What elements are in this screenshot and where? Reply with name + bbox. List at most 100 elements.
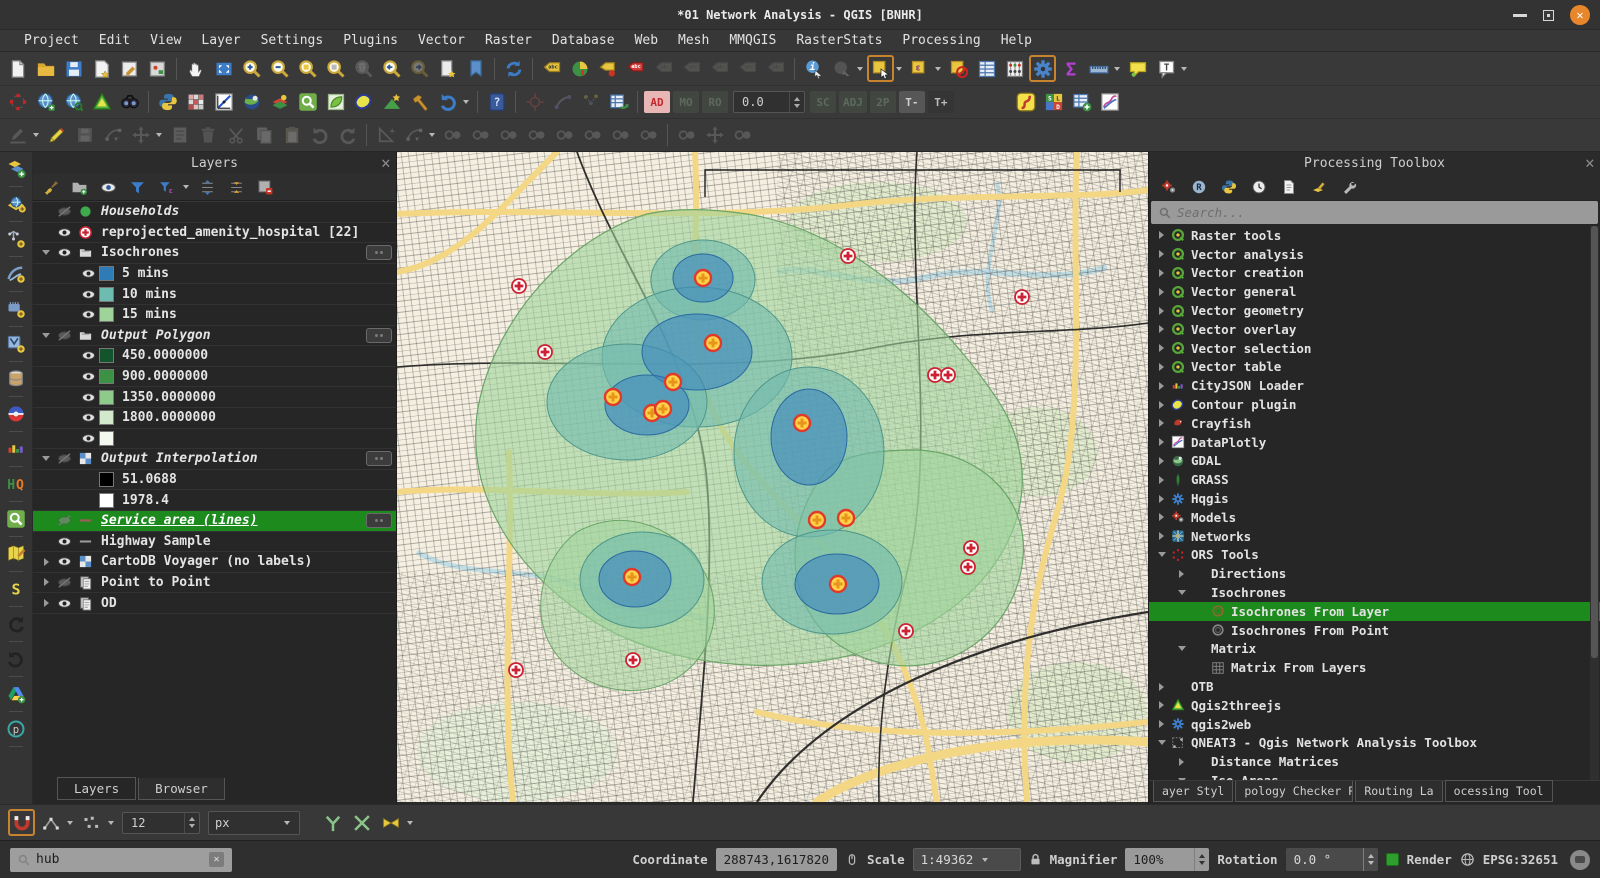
collapse-all-button[interactable] xyxy=(223,176,250,199)
collapse-arrow-icon[interactable] xyxy=(1155,740,1168,745)
zoom-to-selection-button[interactable] xyxy=(294,55,321,82)
append-features-button[interactable] xyxy=(1069,89,1096,116)
field-calculator-button[interactable] xyxy=(1001,55,1028,82)
zoom-out-button[interactable] xyxy=(266,55,293,82)
expand-arrow-icon[interactable] xyxy=(1175,758,1188,766)
raster-table-button[interactable] xyxy=(182,89,209,116)
reload-layers-button[interactable] xyxy=(3,611,30,637)
visibility-eye-icon[interactable] xyxy=(53,451,75,466)
layers-panel-close-icon[interactable]: 🗙 xyxy=(382,154,390,173)
algorithm-row-vector-creation[interactable]: Vector creation xyxy=(1149,264,1600,283)
osm-tools-button[interactable] xyxy=(238,89,265,116)
expand-arrow-icon[interactable] xyxy=(1155,401,1168,409)
algorithm-row-crayfish[interactable]: Crayfish xyxy=(1149,414,1600,433)
layer-row-51-0688[interactable]: 51.0688 xyxy=(33,470,396,491)
expand-arrow-icon[interactable] xyxy=(1155,363,1168,371)
menu-layer[interactable]: Layer xyxy=(191,33,250,48)
algorithm-row-qgis2threejs[interactable]: Qgis2threejs xyxy=(1149,696,1600,715)
text-annotation-button[interactable]: T xyxy=(1152,55,1179,82)
render-checkbox[interactable] xyxy=(1386,853,1399,866)
deselect-all-button[interactable] xyxy=(945,55,972,82)
metasearch-button[interactable] xyxy=(60,89,87,116)
zoom-last-button[interactable] xyxy=(378,55,405,82)
visibility-eye-icon[interactable] xyxy=(77,348,99,363)
add-vector-tile-button[interactable] xyxy=(3,331,30,357)
collapse-arrow-icon[interactable] xyxy=(1175,778,1188,780)
dock-tab-ayer-styl[interactable]: ayer Styl xyxy=(1153,781,1233,802)
layer-indicator-badge[interactable] xyxy=(366,245,392,260)
dropdown-arrow-icon[interactable] xyxy=(156,133,162,137)
expand-arrow-icon[interactable] xyxy=(39,558,53,566)
expand-all-button[interactable] xyxy=(194,176,221,199)
expand-arrow-icon[interactable] xyxy=(1175,570,1188,578)
algorithm-row-ors-tools[interactable]: ORS Tools xyxy=(1149,546,1600,565)
layer-diagram-button[interactable] xyxy=(566,55,593,82)
add-vector-layer-button[interactable] xyxy=(3,156,30,182)
dock-tab-browser[interactable]: Browser xyxy=(138,778,225,800)
profile-tool-button[interactable] xyxy=(210,89,237,116)
cad-angle-spinbox[interactable]: 0.0 xyxy=(733,91,805,113)
algorithm-row-raster-tools[interactable]: Raster tools xyxy=(1149,226,1600,245)
layout-manager-button[interactable] xyxy=(116,55,143,82)
dock-tab-layers[interactable]: Layers xyxy=(57,777,136,800)
rotation-spinbox[interactable]: 0.0 ° xyxy=(1286,848,1378,871)
history-button[interactable] xyxy=(1245,176,1272,198)
close-button[interactable]: ✕ xyxy=(1570,5,1590,25)
dock-tab-pology-checker-pa[interactable]: pology Checker Pa xyxy=(1235,781,1353,802)
maximize-button[interactable] xyxy=(1543,10,1554,21)
dataplotly-button[interactable] xyxy=(1097,89,1124,116)
visibility-eye-icon[interactable] xyxy=(77,287,99,302)
algorithm-row-vector-table[interactable]: Vector table xyxy=(1149,358,1600,377)
topological-editing-button[interactable] xyxy=(319,809,346,836)
snapping-mode-segment-button[interactable] xyxy=(78,809,105,836)
dock-tab-ocessing-tool[interactable]: ocessing Tool xyxy=(1445,780,1553,802)
expand-arrow-icon[interactable] xyxy=(1155,701,1168,709)
pip-plugin-button[interactable]: p xyxy=(3,716,30,742)
hqgis-button[interactable]: HQ xyxy=(3,471,30,497)
dropdown-arrow-icon[interactable] xyxy=(463,100,469,104)
options-button[interactable] xyxy=(1335,176,1362,198)
collapse-arrow-icon[interactable] xyxy=(1175,646,1188,651)
algorithm-row-vector-overlay[interactable]: Vector overlay xyxy=(1149,320,1600,339)
manage-themes-button[interactable] xyxy=(95,176,122,199)
remove-layer-button[interactable] xyxy=(252,176,279,199)
algorithm-row-matrix-from-layers[interactable]: Matrix From Layers xyxy=(1149,658,1600,677)
algorithm-row-cityjson-loader[interactable]: CityJSON Loader xyxy=(1149,376,1600,395)
minimize-button[interactable] xyxy=(1513,14,1527,17)
zoom-full-button[interactable] xyxy=(210,55,237,82)
algorithm-row-isochrones-from-point[interactable]: Isochrones From Point xyxy=(1149,621,1600,640)
quickmap-services-button[interactable] xyxy=(3,541,30,567)
show-labels-button[interactable]: abc xyxy=(538,55,565,82)
layer-row-10-mins[interactable]: 10 mins xyxy=(33,284,396,305)
build-tools-button[interactable] xyxy=(406,89,433,116)
menu-raster[interactable]: Raster xyxy=(475,33,542,48)
snapping-mode-vertex-button[interactable] xyxy=(37,809,64,836)
street-smart-button[interactable]: S xyxy=(3,576,30,602)
map-canvas[interactable] xyxy=(397,152,1148,802)
r-scripts-button[interactable]: R xyxy=(1185,176,1212,198)
expand-arrow-icon[interactable] xyxy=(1155,532,1168,540)
layer-row-point-to-point[interactable]: Point to Point xyxy=(33,573,396,594)
processing-panel-close-icon[interactable]: 🗙 xyxy=(1586,154,1594,173)
terrain-plugin-button[interactable] xyxy=(378,89,405,116)
menu-mesh[interactable]: Mesh xyxy=(668,33,719,48)
add-delimited-text-button[interactable] xyxy=(3,226,30,252)
add-db-layer-button[interactable] xyxy=(3,366,30,392)
layer-row-output-polygon[interactable]: Output Polygon xyxy=(33,326,396,347)
dropdown-arrow-icon[interactable] xyxy=(896,67,902,71)
pin-labels-button[interactable] xyxy=(594,55,621,82)
sld4raster-button[interactable]: SLD xyxy=(1041,89,1068,116)
crs-globe-icon[interactable] xyxy=(1460,852,1475,867)
algorithm-row-directions[interactable]: Directions xyxy=(1149,564,1600,583)
visibility-eye-icon[interactable] xyxy=(53,204,75,219)
table-sync-button[interactable] xyxy=(605,89,632,116)
add-group-button[interactable] xyxy=(66,176,93,199)
expand-arrow-icon[interactable] xyxy=(1155,344,1168,352)
osm-place-search-button[interactable] xyxy=(3,506,30,532)
layer-row-cartodb-voyager-no-labels[interactable]: CartoDB Voyager (no labels) xyxy=(33,552,396,573)
layer-row-450-0000000[interactable]: 450.0000000 xyxy=(33,346,396,367)
visibility-eye-icon[interactable] xyxy=(77,431,99,446)
python-console-button[interactable] xyxy=(154,89,181,116)
cad-enable-button[interactable]: AD xyxy=(644,91,670,113)
processing-toolbox-toggle-button[interactable] xyxy=(1029,55,1056,82)
